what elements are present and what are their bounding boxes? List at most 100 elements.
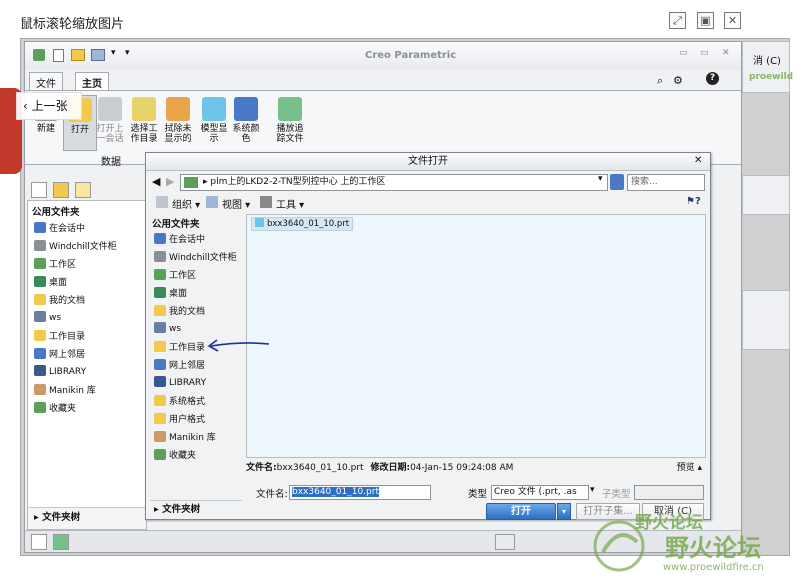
dlg-nav-item-user-formats[interactable]: 用户格式: [154, 412, 205, 429]
nav-item-ws[interactable]: ws: [34, 311, 61, 328]
organize-menu[interactable]: 组织 ▾: [172, 196, 200, 211]
folder-tree-toggle[interactable]: ▸ 文件夹树: [28, 507, 146, 529]
home-tab[interactable]: 主页: [75, 72, 109, 90]
play-trail-button[interactable]: 播放追踪文件: [273, 95, 307, 151]
nav-item-windchill[interactable]: Windchill文件柜: [34, 239, 117, 256]
close-button[interactable]: ✕: [722, 48, 730, 58]
refresh-icon[interactable]: [610, 174, 624, 190]
preview-toggle[interactable]: 预览 ▴: [677, 460, 702, 476]
file-list: bxx3640_01_10.prt: [246, 214, 706, 458]
context-help-icon[interactable]: ⚑?: [686, 196, 701, 207]
dlg-nav-item-manikin[interactable]: Manikin 库: [154, 430, 216, 447]
nav-label: 网上邻居: [49, 350, 86, 360]
dialog-title-text: 文件打开: [408, 156, 448, 167]
erase-label: 拭除未显示的: [164, 124, 192, 144]
computer-icon: [154, 322, 166, 333]
system-colors-button[interactable]: 系统颜色: [229, 95, 263, 151]
qat-customize-icon[interactable]: ▾: [125, 48, 130, 58]
dlg-nav-item-in-session[interactable]: 在会话中: [154, 232, 205, 249]
file-item[interactable]: bxx3640_01_10.prt: [251, 217, 354, 231]
minimize-button[interactable]: ▭: [679, 48, 688, 58]
address-bar[interactable]: ▸ plm上的LKD2-2-TN型列控中心 上的工作区: [180, 174, 608, 191]
nav-label: 收藏夹: [169, 451, 197, 461]
dlg-nav-item-network[interactable]: 网上邻居: [154, 358, 205, 375]
select-workdir-label: 选择工作目录: [130, 124, 158, 144]
dlg-nav-item-favorites[interactable]: 收藏夹: [154, 448, 196, 465]
bg-panel-top: 消 (C) proewild: [742, 41, 793, 93]
nav-item-workspace[interactable]: 工作区: [34, 257, 76, 274]
browser-toggle-icon[interactable]: [53, 534, 69, 550]
type-label: 类型: [468, 489, 488, 500]
nav-item-workdir[interactable]: 工作目录: [34, 329, 85, 346]
nav-item-documents[interactable]: 我的文档: [34, 293, 85, 310]
folder-browser-tab-icon[interactable]: [53, 182, 69, 198]
navigator-tabs: [29, 180, 145, 200]
tree-toggle-icon[interactable]: [31, 534, 47, 550]
info-date-label: 修改日期:: [370, 463, 411, 473]
dlg-nav-item-workdir[interactable]: 工作目录: [154, 340, 205, 357]
dlg-nav-item-documents[interactable]: 我的文档: [154, 304, 205, 321]
subtype-select[interactable]: [634, 485, 704, 500]
nav-item-network[interactable]: 网上邻居: [34, 347, 85, 364]
search-input[interactable]: 搜索...: [627, 174, 705, 191]
filename-input[interactable]: bxx3640_01_10.prt: [289, 485, 431, 500]
select-workdir-icon: [132, 97, 156, 121]
dialog-close-button[interactable]: ✕: [694, 155, 702, 166]
nav-item-library[interactable]: LIBRARY: [34, 365, 86, 382]
play-trail-label: 播放追踪文件: [276, 124, 304, 144]
settings-icon[interactable]: ⚙: [673, 74, 683, 87]
favorites-tab-icon[interactable]: [75, 182, 91, 198]
restore-button[interactable]: ▣: [697, 12, 714, 29]
prev-image-button[interactable]: ‹ 上一张: [16, 92, 82, 120]
find-icon[interactable]: [495, 534, 515, 550]
info-name-label: 文件名:: [246, 463, 277, 473]
type-value: Creo 文件 (.prt, .as: [494, 487, 577, 497]
network-icon: [154, 359, 166, 370]
dlg-nav-item-workspace[interactable]: 工作区: [154, 268, 196, 285]
dlg-nav-item-desktop[interactable]: 桌面: [154, 286, 187, 303]
tools-label: 工具: [276, 200, 296, 211]
model-display-button[interactable]: 模型显示: [197, 95, 231, 151]
nav-item-in-session[interactable]: 在会话中: [34, 221, 85, 238]
dlg-nav-item-library[interactable]: LIBRARY: [154, 376, 206, 393]
address-dropdown-icon[interactable]: ▾: [598, 174, 603, 184]
open-button[interactable]: 打开: [486, 503, 556, 520]
dlg-folder-tree-toggle[interactable]: ▸ 文件夹树: [150, 500, 242, 520]
type-select[interactable]: Creo 文件 (.prt, .as: [491, 485, 589, 500]
erase-not-displayed-button[interactable]: 拭除未显示的: [161, 95, 195, 151]
folder-icon: [154, 413, 166, 424]
views-menu[interactable]: 视图 ▾: [222, 196, 250, 211]
file-menu-tab[interactable]: 文件: [29, 72, 63, 90]
help-icon[interactable]: ?: [706, 72, 719, 85]
open-folder-icon[interactable]: [71, 49, 85, 61]
dlg-nav-item-windchill[interactable]: Windchill文件柜: [154, 250, 237, 267]
maximize-button[interactable]: ▭: [700, 48, 709, 58]
dlg-nav-item-ws[interactable]: ws: [154, 322, 181, 339]
cabinet-icon: [34, 240, 46, 251]
ribbon-group-label: 数据: [101, 157, 121, 168]
watermark-text-big: 野火论坛: [665, 534, 761, 562]
forward-arrow-icon[interactable]: ▶: [166, 175, 174, 188]
open-dropdown-icon[interactable]: ▾: [557, 503, 571, 520]
new-file-icon[interactable]: [53, 49, 64, 62]
type-dropdown-icon[interactable]: ▾: [590, 485, 595, 495]
fullscreen-button[interactable]: ⤢: [669, 12, 686, 29]
info-date-value: 04-Jan-15 09:24:08 AM: [410, 463, 514, 473]
model-tree-tab-icon[interactable]: [31, 182, 47, 198]
qat-dropdown-icon[interactable]: ▾: [111, 48, 116, 58]
folder-tree-label: 文件夹树: [42, 512, 81, 523]
select-workdir-button[interactable]: 选择工作目录: [127, 95, 161, 151]
nav-item-manikin[interactable]: Manikin 库: [34, 383, 96, 400]
window-icon[interactable]: [91, 49, 105, 61]
dialog-title: 文件打开: [146, 153, 710, 171]
back-arrow-icon[interactable]: ◀: [152, 175, 160, 188]
dlg-nav-item-system-formats[interactable]: 系统格式: [154, 394, 205, 411]
nav-item-favorites[interactable]: 收藏夹: [34, 401, 76, 418]
nav-label: 系统格式: [169, 397, 206, 407]
open-last-session-button[interactable]: 打开上一会话: [93, 95, 127, 151]
viewer-close-button[interactable]: ✕: [724, 12, 741, 29]
nav-item-desktop[interactable]: 桌面: [34, 275, 67, 292]
manikin-icon: [154, 431, 166, 442]
search-icon[interactable]: ⌕: [657, 74, 663, 88]
tools-menu[interactable]: 工具 ▾: [276, 196, 304, 211]
